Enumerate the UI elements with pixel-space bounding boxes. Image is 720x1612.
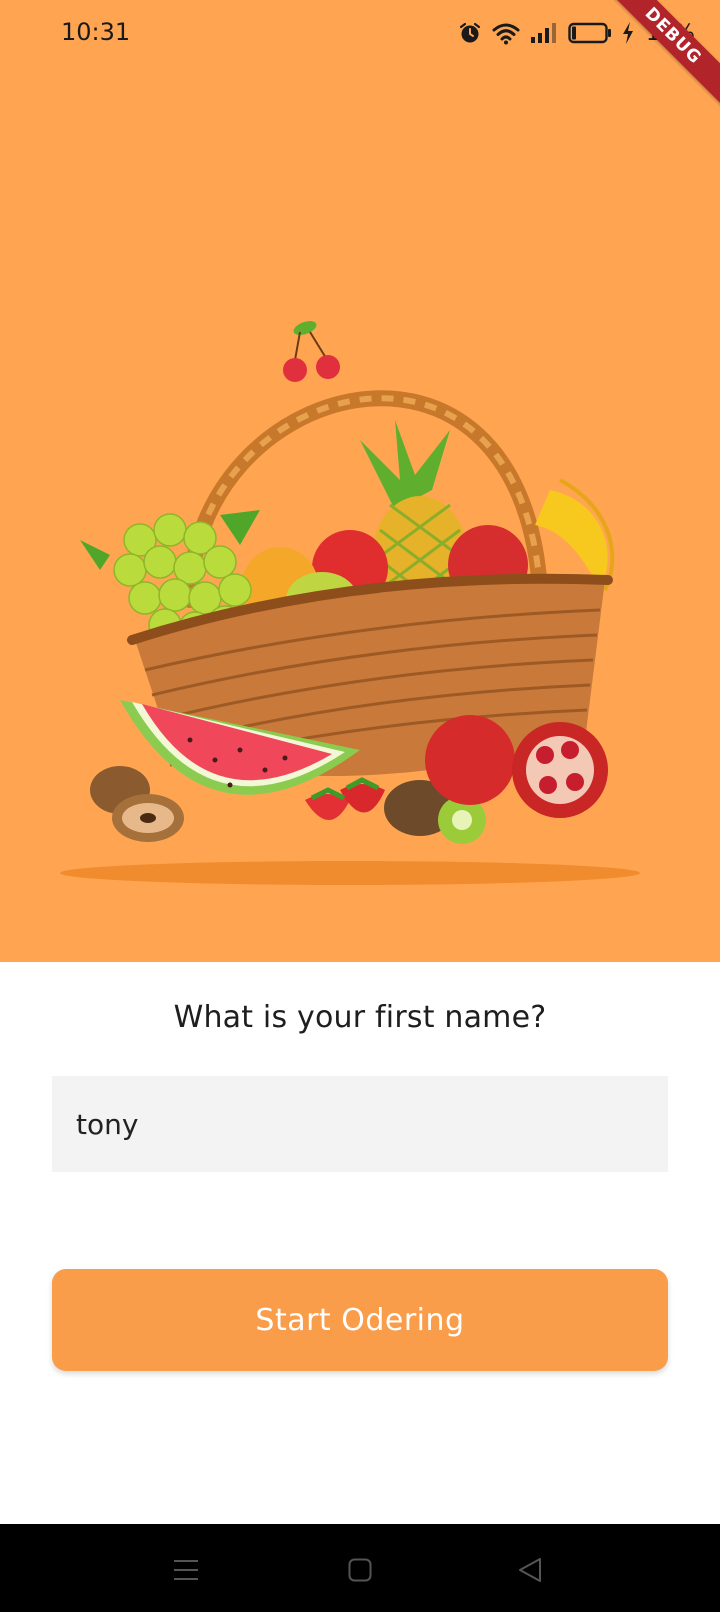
system-nav-bar [0,1524,720,1612]
menu-icon [174,1560,198,1580]
battery-icon [568,22,611,44]
home-button[interactable] [342,1552,378,1588]
hero-banner: 10:31 DEBUG [0,0,720,962]
status-time: 10:31 [61,18,131,46]
back-icon [519,1558,541,1582]
fruit-basket-illustration [60,321,640,885]
menu-button[interactable] [168,1552,204,1588]
shadow-shape [60,861,640,885]
name-question: What is your first name? [173,1000,547,1035]
wifi-icon [492,23,520,45]
name-form: What is your first name? Start Odering [0,962,720,1524]
signal-icon [531,23,556,43]
start-ordering-button[interactable]: Start Odering [52,1269,668,1371]
back-button[interactable] [512,1552,548,1588]
first-name-input[interactable] [52,1076,668,1172]
home-icon [348,1558,372,1582]
status-bar: 10:31 [0,0,720,66]
alarm-icon [459,22,481,43]
charging-icon [623,22,633,44]
